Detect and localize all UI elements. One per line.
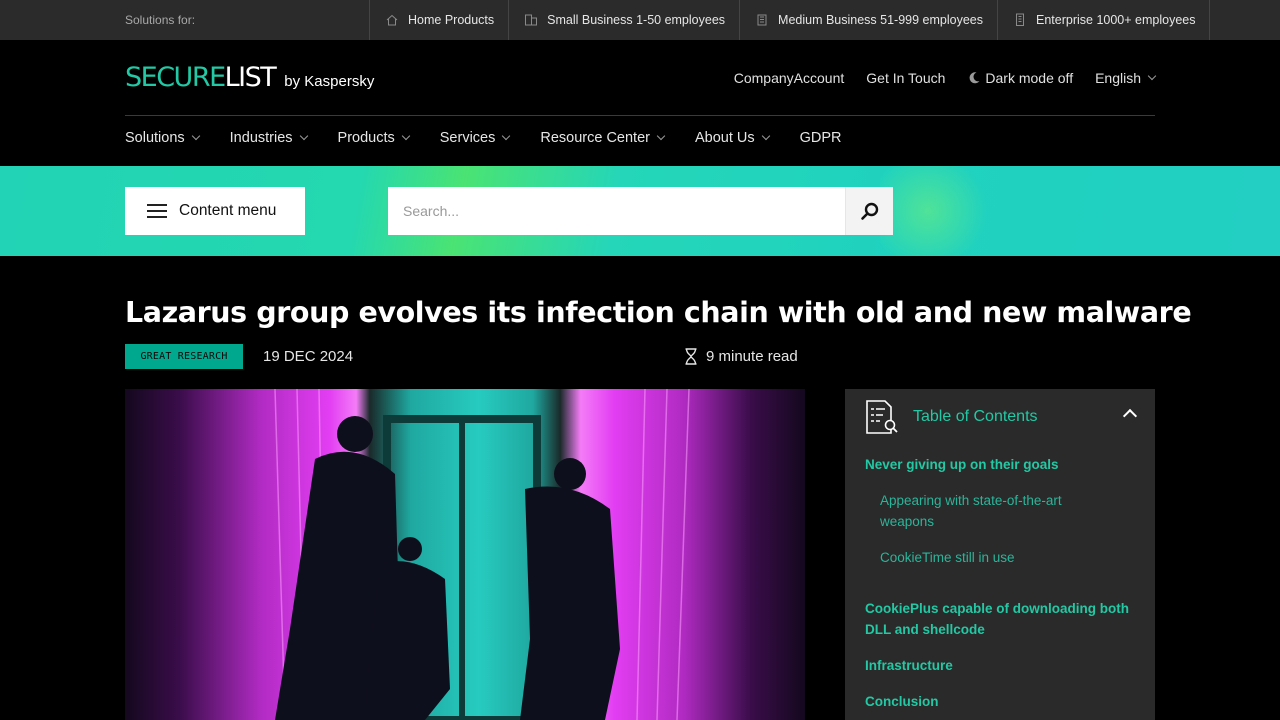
toc-subitem[interactable]: Appearing with state-of-the-art weapons — [880, 490, 1110, 532]
nav-item-label: Solutions — [125, 130, 185, 146]
content-menu-button[interactable]: Content menu — [125, 187, 305, 235]
nav-item-services[interactable]: Services — [439, 130, 511, 146]
read-time: 9 minute read — [684, 348, 798, 365]
nav-item-industries[interactable]: Industries — [229, 130, 308, 146]
toc-item[interactable]: CookiePlus capable of downloading both D… — [865, 598, 1145, 640]
read-time-label: 9 minute read — [706, 348, 798, 365]
chevron-down-icon — [656, 131, 666, 141]
hamburger-icon — [147, 204, 167, 218]
chevron-up-icon[interactable] — [1122, 408, 1138, 424]
nav-item-about-us[interactable]: About Us — [694, 130, 770, 146]
segment-home-products[interactable]: Home Products — [370, 0, 510, 40]
search-input[interactable]: Search... — [403, 203, 459, 219]
building-large-icon — [1016, 13, 1024, 26]
nav-item-label: Resource Center — [540, 130, 650, 146]
chevron-down-icon — [502, 131, 511, 141]
toc-subitem[interactable]: CookieTime still in use — [880, 547, 1015, 568]
solutions-segments: Home Products Small Business 1-50 employ… — [369, 0, 1211, 40]
dark-mode-toggle[interactable]: Dark mode off — [967, 70, 1073, 86]
band-glow — [880, 166, 1000, 256]
chevron-down-icon — [1147, 71, 1157, 81]
segment-label: Small Business 1-50 employees — [547, 13, 726, 27]
article-hero-image — [125, 389, 805, 720]
toc-header[interactable]: Table of Contents — [865, 399, 1138, 435]
hourglass-icon — [685, 348, 697, 365]
search-box: Search... — [388, 187, 893, 235]
get-in-touch-link[interactable]: Get In Touch — [866, 70, 945, 86]
segment-label: Home Products — [408, 13, 495, 27]
solutions-label: Solutions for: — [125, 13, 196, 27]
chevron-down-icon — [401, 131, 411, 141]
chevron-down-icon — [191, 131, 200, 141]
home-icon — [386, 14, 398, 26]
logo-secure: SECURE — [125, 62, 226, 93]
main-nav: Solutions Industries Products Services R… — [125, 130, 873, 146]
logo-list: LIST — [224, 62, 277, 93]
nav-item-label: About Us — [694, 130, 755, 146]
hero-illustration — [274, 389, 690, 720]
building-small-icon — [525, 14, 538, 26]
toc-item[interactable]: Conclusion — [865, 691, 939, 712]
nav-item-solutions[interactable]: Solutions — [125, 130, 200, 146]
nav-item-label: Products — [337, 130, 395, 146]
nav-item-products[interactable]: Products — [337, 130, 411, 146]
segment-label: Medium Business 51-999 employees — [778, 13, 983, 27]
nav-item-label: Industries — [229, 130, 293, 146]
toc-document-icon — [866, 400, 898, 434]
moon-icon — [969, 72, 980, 84]
segment-medium-business[interactable]: Medium Business 51-999 employees — [740, 0, 998, 40]
toc-item[interactable]: Infrastructure — [865, 655, 953, 676]
nav-item-gdpr[interactable]: GDPR — [800, 130, 842, 146]
nav-item-label: Services — [439, 130, 496, 146]
header-links: CompanyAccount Get In Touch Dark mode of… — [712, 70, 1157, 86]
content-menu-label: Content menu — [179, 202, 277, 219]
segment-small-business[interactable]: Small Business 1-50 employees — [509, 0, 741, 40]
chevron-down-icon — [761, 131, 770, 141]
toc-title: Table of Contents — [913, 408, 1038, 425]
solutions-bar: Solutions for: Home Products Small Busin… — [0, 0, 1280, 40]
language-label: English — [1095, 70, 1141, 86]
nav-item-resource-center[interactable]: Resource Center — [540, 130, 666, 146]
segment-enterprise[interactable]: Enterprise 1000+ employees — [998, 0, 1211, 40]
nav-item-label: GDPR — [799, 130, 842, 146]
header-divider — [125, 115, 1155, 116]
building-medium-icon — [757, 14, 767, 26]
company-account-link[interactable]: CompanyAccount — [734, 70, 845, 86]
category-tag[interactable]: GREAT RESEARCH — [125, 344, 243, 369]
language-selector[interactable]: English — [1095, 70, 1157, 86]
search-button[interactable] — [845, 187, 893, 235]
table-of-contents: Table of Contents Never giving up on the… — [845, 389, 1155, 720]
article-title: Lazarus group evolves its infection chai… — [125, 296, 1192, 329]
search-icon — [860, 202, 878, 220]
article-date: 19 DEC 2024 — [263, 348, 354, 365]
toc-item[interactable]: Never giving up on their goals — [865, 454, 1059, 475]
segment-label: Enterprise 1000+ employees — [1036, 13, 1196, 27]
dark-mode-label: Dark mode off — [985, 70, 1074, 86]
chevron-down-icon — [299, 131, 308, 141]
securelist-logo[interactable]: SECURE LIST by Kaspersky — [125, 62, 374, 93]
logo-by-kaspersky: by Kaspersky — [284, 73, 375, 90]
